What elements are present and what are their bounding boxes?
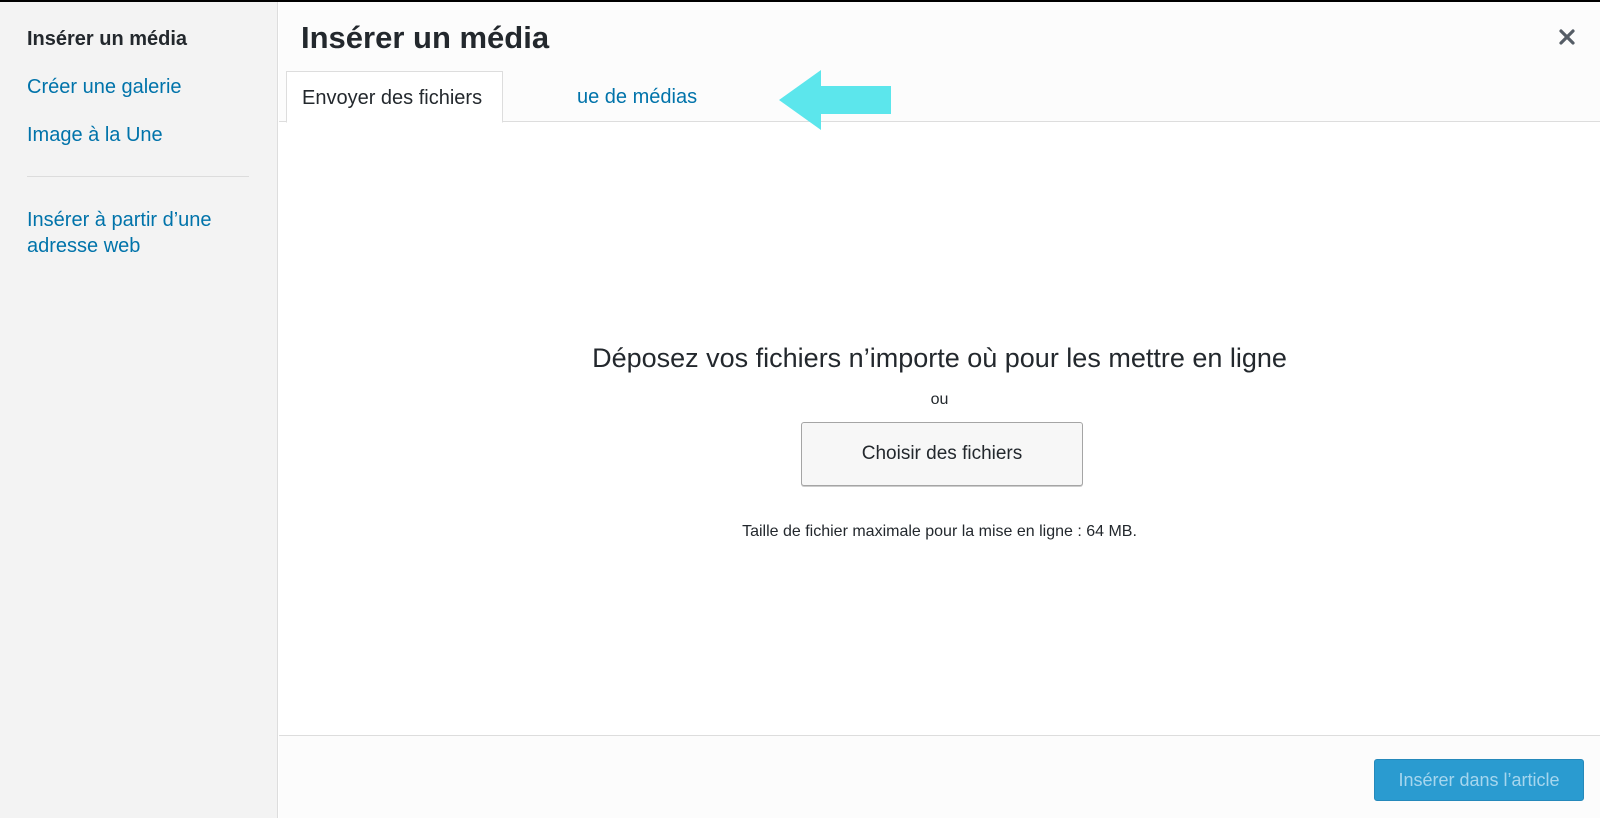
- max-upload-size: Taille de fichier maximale pour la mise …: [742, 523, 1137, 540]
- insert-into-post-button[interactable]: Insérer dans l’article: [1374, 759, 1584, 801]
- upload-or-label: ou: [930, 391, 949, 408]
- sidebar-item-insert-from-url[interactable]: Insérer à partir d’une adresse web: [27, 207, 247, 259]
- upload-instruction: Déposez vos fichiers n’importe où pour l…: [592, 343, 1287, 373]
- tab-media-library[interactable]: ue de médias: [577, 71, 697, 123]
- media-header: Insérer un média Envoyer des fichiers ue…: [279, 2, 1600, 130]
- page-title: Insérer un média: [301, 20, 550, 55]
- upload-drop-zone[interactable]: Déposez vos fichiers n’importe où pour l…: [279, 123, 1600, 735]
- close-icon: [1559, 29, 1575, 45]
- annotation-arrow-icon: [779, 70, 891, 130]
- sidebar-item-featured-image[interactable]: Image à la Une: [27, 122, 163, 148]
- media-modal: Insérer un média Créer une galerie Image…: [0, 0, 1600, 818]
- media-footer: Insérer dans l’article: [279, 735, 1600, 818]
- sidebar-item-create-gallery[interactable]: Créer une galerie: [27, 74, 182, 100]
- tab-upload-files[interactable]: Envoyer des fichiers: [286, 71, 503, 123]
- media-main: Insérer un média Envoyer des fichiers ue…: [279, 2, 1600, 818]
- close-button[interactable]: [1552, 22, 1582, 52]
- sidebar-title[interactable]: Insérer un média: [27, 28, 187, 51]
- sidebar-separator: [27, 176, 249, 177]
- choose-files-button[interactable]: Choisir des fichiers: [801, 422, 1083, 486]
- media-sidebar: Insérer un média Créer une galerie Image…: [0, 2, 278, 818]
